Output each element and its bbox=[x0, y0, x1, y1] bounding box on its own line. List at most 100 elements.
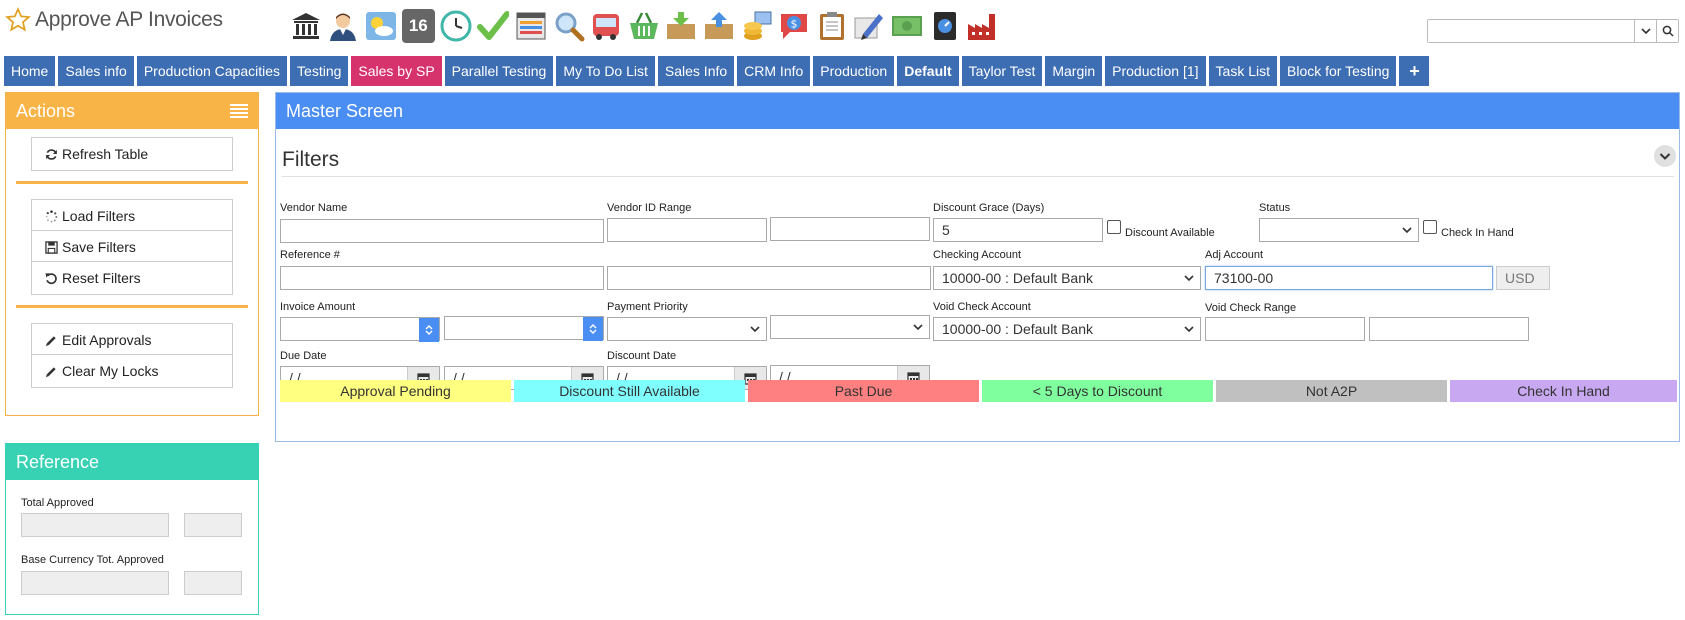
adj-account-input[interactable]: 73100-00 bbox=[1205, 266, 1493, 290]
pencil-icon bbox=[45, 366, 56, 377]
refresh-icon bbox=[46, 148, 57, 160]
load-filters-button[interactable]: Load Filters bbox=[31, 199, 233, 233]
filters-title: Filters bbox=[282, 148, 340, 171]
pencil-icon bbox=[45, 335, 56, 346]
invoice-amount-to-input[interactable] bbox=[444, 316, 604, 341]
tab-block-for-testing[interactable]: Block for Testing bbox=[1280, 56, 1397, 86]
page-title: Approve AP Invoices bbox=[35, 8, 223, 31]
edit-approvals-button[interactable]: Edit Approvals bbox=[31, 323, 233, 357]
actions-title: Actions bbox=[16, 100, 76, 121]
save-filters-button[interactable]: Save Filters bbox=[31, 230, 233, 264]
tab-testing[interactable]: Testing bbox=[290, 56, 349, 86]
tab-production-1[interactable]: Production [1] bbox=[1105, 56, 1206, 86]
hamburger-menu-icon[interactable] bbox=[230, 104, 248, 118]
list-icon[interactable] bbox=[515, 9, 548, 43]
bus-icon[interactable] bbox=[590, 9, 623, 43]
base-currency-value bbox=[21, 571, 169, 595]
outbox-upload-icon[interactable] bbox=[703, 9, 736, 43]
checkmark-icon[interactable] bbox=[477, 9, 510, 43]
void-check-range-to-input[interactable] bbox=[1369, 317, 1529, 341]
cash-icon[interactable] bbox=[891, 9, 924, 43]
chevron-down-icon bbox=[425, 330, 433, 335]
divider bbox=[282, 176, 1674, 177]
coin-stack-icon[interactable] bbox=[740, 9, 773, 43]
basket-icon[interactable] bbox=[627, 9, 660, 43]
vendor-name-label: Vendor Name bbox=[280, 202, 348, 214]
tab-taylor-test[interactable]: Taylor Test bbox=[961, 56, 1043, 86]
invoice-amount-from-stepper[interactable] bbox=[419, 318, 439, 342]
add-tab-button[interactable]: + bbox=[1399, 56, 1430, 86]
void-check-range-from-input[interactable] bbox=[1205, 317, 1365, 341]
search-icon[interactable] bbox=[552, 9, 585, 43]
inbox-download-icon[interactable] bbox=[665, 9, 698, 43]
void-check-account-select[interactable]: 10000-00 : Default Bank bbox=[933, 317, 1201, 341]
invoice-amount-from-input[interactable] bbox=[280, 317, 440, 342]
vendor-id-range-label: Vendor ID Range bbox=[607, 202, 692, 214]
void-check-range-label: Void Check Range bbox=[1205, 302, 1297, 314]
divider bbox=[16, 305, 248, 308]
reset-filters-label: Reset Filters bbox=[62, 270, 141, 286]
checking-account-select[interactable]: 10000-00 : Default Bank bbox=[933, 266, 1201, 290]
clipboard-icon[interactable] bbox=[815, 9, 848, 43]
payment-priority-from-select[interactable] bbox=[607, 317, 767, 341]
payment-priority-to-select[interactable] bbox=[770, 315, 930, 339]
refresh-table-button[interactable]: Refresh Table bbox=[31, 137, 233, 171]
search-button[interactable] bbox=[1656, 20, 1678, 42]
tab-parallel-testing[interactable]: Parallel Testing bbox=[444, 56, 554, 86]
chevron-down-icon bbox=[1640, 28, 1651, 35]
dollar-chat-icon[interactable]: $ bbox=[778, 9, 811, 43]
reference-to-input[interactable] bbox=[607, 266, 931, 290]
void-check-account-label: Void Check Account bbox=[933, 301, 1031, 313]
app-title-area: Approve AP Invoices bbox=[5, 7, 223, 33]
discount-available-checkbox[interactable] bbox=[1107, 220, 1121, 234]
svg-text:$: $ bbox=[791, 18, 798, 31]
pencil-icon[interactable] bbox=[853, 9, 886, 43]
tab-production-capacities[interactable]: Production Capacities bbox=[136, 56, 288, 86]
tab-sales-by-sp[interactable]: Sales by SP bbox=[351, 56, 442, 86]
checking-account-value: 10000-00 : Default Bank bbox=[942, 270, 1093, 286]
factory-icon[interactable] bbox=[966, 9, 999, 43]
book-icon[interactable] bbox=[928, 9, 961, 43]
check-in-hand-checkbox[interactable] bbox=[1423, 220, 1437, 234]
discount-grace-input[interactable]: 5 bbox=[933, 218, 1103, 242]
legend-discount-still-available: Discount Still Available bbox=[514, 380, 745, 402]
favorite-star-icon[interactable] bbox=[5, 7, 31, 33]
invoice-amount-to-stepper[interactable] bbox=[583, 317, 603, 341]
adj-account-label: Adj Account bbox=[1205, 249, 1264, 261]
tab-margin[interactable]: Margin bbox=[1045, 56, 1103, 86]
search-input[interactable] bbox=[1428, 20, 1634, 42]
search-dropdown-button[interactable] bbox=[1634, 20, 1656, 42]
tab-sales-info[interactable]: Sales info bbox=[58, 56, 134, 86]
vendor-id-from-input[interactable] bbox=[607, 218, 767, 242]
global-search[interactable] bbox=[1427, 19, 1679, 43]
legend-not-a2p: Not A2P bbox=[1216, 380, 1447, 402]
tab-my-to-do-list[interactable]: My To Do List bbox=[556, 56, 655, 86]
reset-filters-button[interactable]: Reset Filters bbox=[31, 261, 233, 295]
vendor-id-to-input[interactable] bbox=[770, 217, 930, 241]
adj-account-currency: USD bbox=[1496, 266, 1550, 290]
reference-from-input[interactable] bbox=[280, 266, 604, 290]
chevron-down-icon bbox=[750, 326, 760, 333]
total-approved-label: Total Approved bbox=[21, 497, 94, 509]
tab-task-list[interactable]: Task List bbox=[1208, 56, 1277, 86]
chevron-down-icon bbox=[913, 324, 923, 331]
weather-icon[interactable] bbox=[364, 9, 397, 43]
bank-icon[interactable] bbox=[289, 9, 322, 43]
collapse-filters-button[interactable] bbox=[1654, 145, 1676, 167]
tab-crm-info[interactable]: CRM Info bbox=[737, 56, 811, 86]
spinner-icon bbox=[45, 209, 58, 222]
tab-default[interactable]: Default bbox=[897, 56, 959, 86]
calendar-16-icon[interactable]: 16 bbox=[401, 9, 435, 43]
user-icon[interactable] bbox=[327, 9, 360, 43]
chevron-down-icon bbox=[1184, 326, 1194, 333]
vendor-name-input[interactable] bbox=[280, 219, 604, 243]
tab-sales-info-2[interactable]: Sales Info bbox=[657, 56, 735, 86]
check-in-hand-label: Check In Hand bbox=[1441, 227, 1514, 239]
clear-my-locks-button[interactable]: Clear My Locks bbox=[31, 354, 233, 388]
status-select[interactable] bbox=[1259, 218, 1419, 242]
clock-icon[interactable] bbox=[439, 9, 472, 43]
tab-production[interactable]: Production bbox=[813, 56, 895, 86]
master-screen-header: Master Screen bbox=[276, 93, 1679, 129]
tab-home[interactable]: Home bbox=[4, 56, 56, 86]
payment-priority-label: Payment Priority bbox=[607, 301, 688, 313]
